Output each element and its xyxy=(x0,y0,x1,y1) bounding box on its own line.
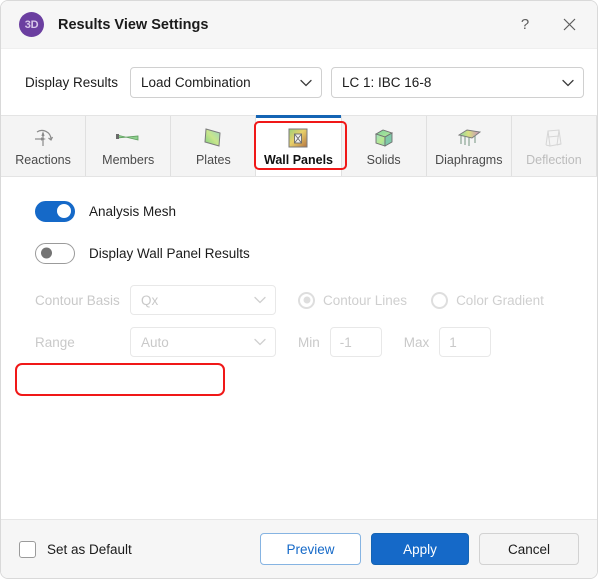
footer-buttons: Preview Apply Cancel xyxy=(250,533,579,565)
contour-basis-label: Contour Basis xyxy=(35,292,120,308)
toggle-knob xyxy=(41,247,52,259)
tab-label-reactions: Reactions xyxy=(15,153,71,167)
app-icon-label: 3D xyxy=(24,18,39,31)
min-value: -1 xyxy=(339,334,352,350)
close-icon[interactable] xyxy=(547,6,591,44)
contour-basis-value: Qx xyxy=(141,292,159,308)
tab-deflection[interactable]: Deflection xyxy=(512,116,597,176)
cancel-button[interactable]: Cancel xyxy=(479,533,579,565)
range-value: Auto xyxy=(141,334,169,350)
tab-label-members: Members xyxy=(102,153,155,167)
deflection-icon xyxy=(542,125,566,151)
display-wall-panel-results-toggle[interactable] xyxy=(35,242,75,264)
tab-solids[interactable]: Solids xyxy=(342,116,427,176)
chevron-down-icon xyxy=(254,296,266,304)
display-results-row: Display Results Load Combination LC 1: I… xyxy=(1,67,597,98)
contour-basis-dropdown[interactable]: Qx xyxy=(130,285,276,315)
diaphragms-icon xyxy=(455,125,483,151)
tab-label-deflection: Deflection xyxy=(526,153,582,167)
color-gradient-radio[interactable] xyxy=(431,291,449,309)
min-label: Min xyxy=(298,334,320,350)
range-dropdown[interactable]: Auto xyxy=(130,327,276,357)
analysis-mesh-row: Analysis Mesh xyxy=(35,199,573,223)
results-view-settings-dialog: 3D Results View Settings ? Display Resul… xyxy=(0,0,598,579)
chevron-down-icon xyxy=(254,338,266,346)
members-icon xyxy=(114,125,142,151)
window-title: Results View Settings xyxy=(58,16,209,33)
result-type-dropdown[interactable]: Load Combination xyxy=(130,67,323,98)
tab-members[interactable]: Members xyxy=(86,116,172,176)
set-as-default-checkbox-wrap[interactable]: Set as Default xyxy=(19,540,132,558)
display-wall-panel-results-row: Display Wall Panel Results xyxy=(35,241,573,265)
analysis-mesh-highlight-annotation xyxy=(15,363,225,396)
analysis-mesh-label: Analysis Mesh xyxy=(89,203,177,219)
min-input[interactable]: -1 xyxy=(329,327,382,357)
reactions-icon xyxy=(30,125,56,151)
display-results-label: Display Results xyxy=(25,75,119,90)
range-row: Range Auto Min -1 Max 1 xyxy=(35,327,573,357)
chevron-down-icon xyxy=(300,79,312,87)
results-category-tabs: Reactions Members Plates Wall Panels Sol… xyxy=(1,115,597,177)
max-label: Max xyxy=(403,334,430,350)
options-panel: Analysis Mesh Display Wall Panel Results… xyxy=(1,177,597,519)
dialog-footer: Set as Default Preview Apply Cancel xyxy=(1,519,597,578)
max-value: 1 xyxy=(449,334,457,350)
result-type-value: Load Combination xyxy=(141,75,251,90)
title-bar: 3D Results View Settings ? xyxy=(1,1,597,49)
display-wall-panel-results-label: Display Wall Panel Results xyxy=(89,245,250,261)
tab-wall-panels[interactable]: Wall Panels xyxy=(256,115,342,176)
contour-lines-label: Contour Lines xyxy=(323,292,408,308)
chevron-down-icon xyxy=(562,79,574,87)
load-case-value: LC 1: IBC 16-8 xyxy=(342,75,432,90)
apply-button[interactable]: Apply xyxy=(371,533,469,565)
load-case-dropdown[interactable]: LC 1: IBC 16-8 xyxy=(331,67,585,98)
contour-basis-row: Contour Basis Qx Contour Lines Color Gra… xyxy=(35,285,573,315)
tab-label-plates: Plates xyxy=(195,153,231,167)
tab-label-solids: Solids xyxy=(366,153,401,167)
set-as-default-label: Set as Default xyxy=(47,541,132,557)
set-as-default-checkbox[interactable] xyxy=(19,540,36,558)
tab-plates[interactable]: Plates xyxy=(171,116,257,176)
app-icon-3d: 3D xyxy=(19,12,44,37)
color-gradient-label: Color Gradient xyxy=(456,292,544,308)
tab-diaphragms[interactable]: Diaphragms xyxy=(427,116,512,176)
solids-icon xyxy=(372,125,396,151)
range-label: Range xyxy=(35,334,75,350)
analysis-mesh-toggle[interactable] xyxy=(35,200,75,222)
plates-icon xyxy=(201,125,225,151)
toggle-knob xyxy=(57,204,71,218)
tab-label-wall-panels: Wall Panels xyxy=(263,153,333,167)
help-question-icon[interactable]: ? xyxy=(503,6,547,44)
wall-panels-icon xyxy=(286,125,310,151)
preview-button[interactable]: Preview xyxy=(260,533,361,565)
max-input[interactable]: 1 xyxy=(439,327,492,357)
title-bar-actions: ? xyxy=(503,1,597,48)
contour-style-radio-group: Contour Lines Color Gradient xyxy=(298,291,568,309)
tab-label-diaphragms: Diaphragms xyxy=(435,153,503,167)
tab-reactions[interactable]: Reactions xyxy=(1,116,87,176)
contour-lines-radio[interactable] xyxy=(298,291,315,309)
